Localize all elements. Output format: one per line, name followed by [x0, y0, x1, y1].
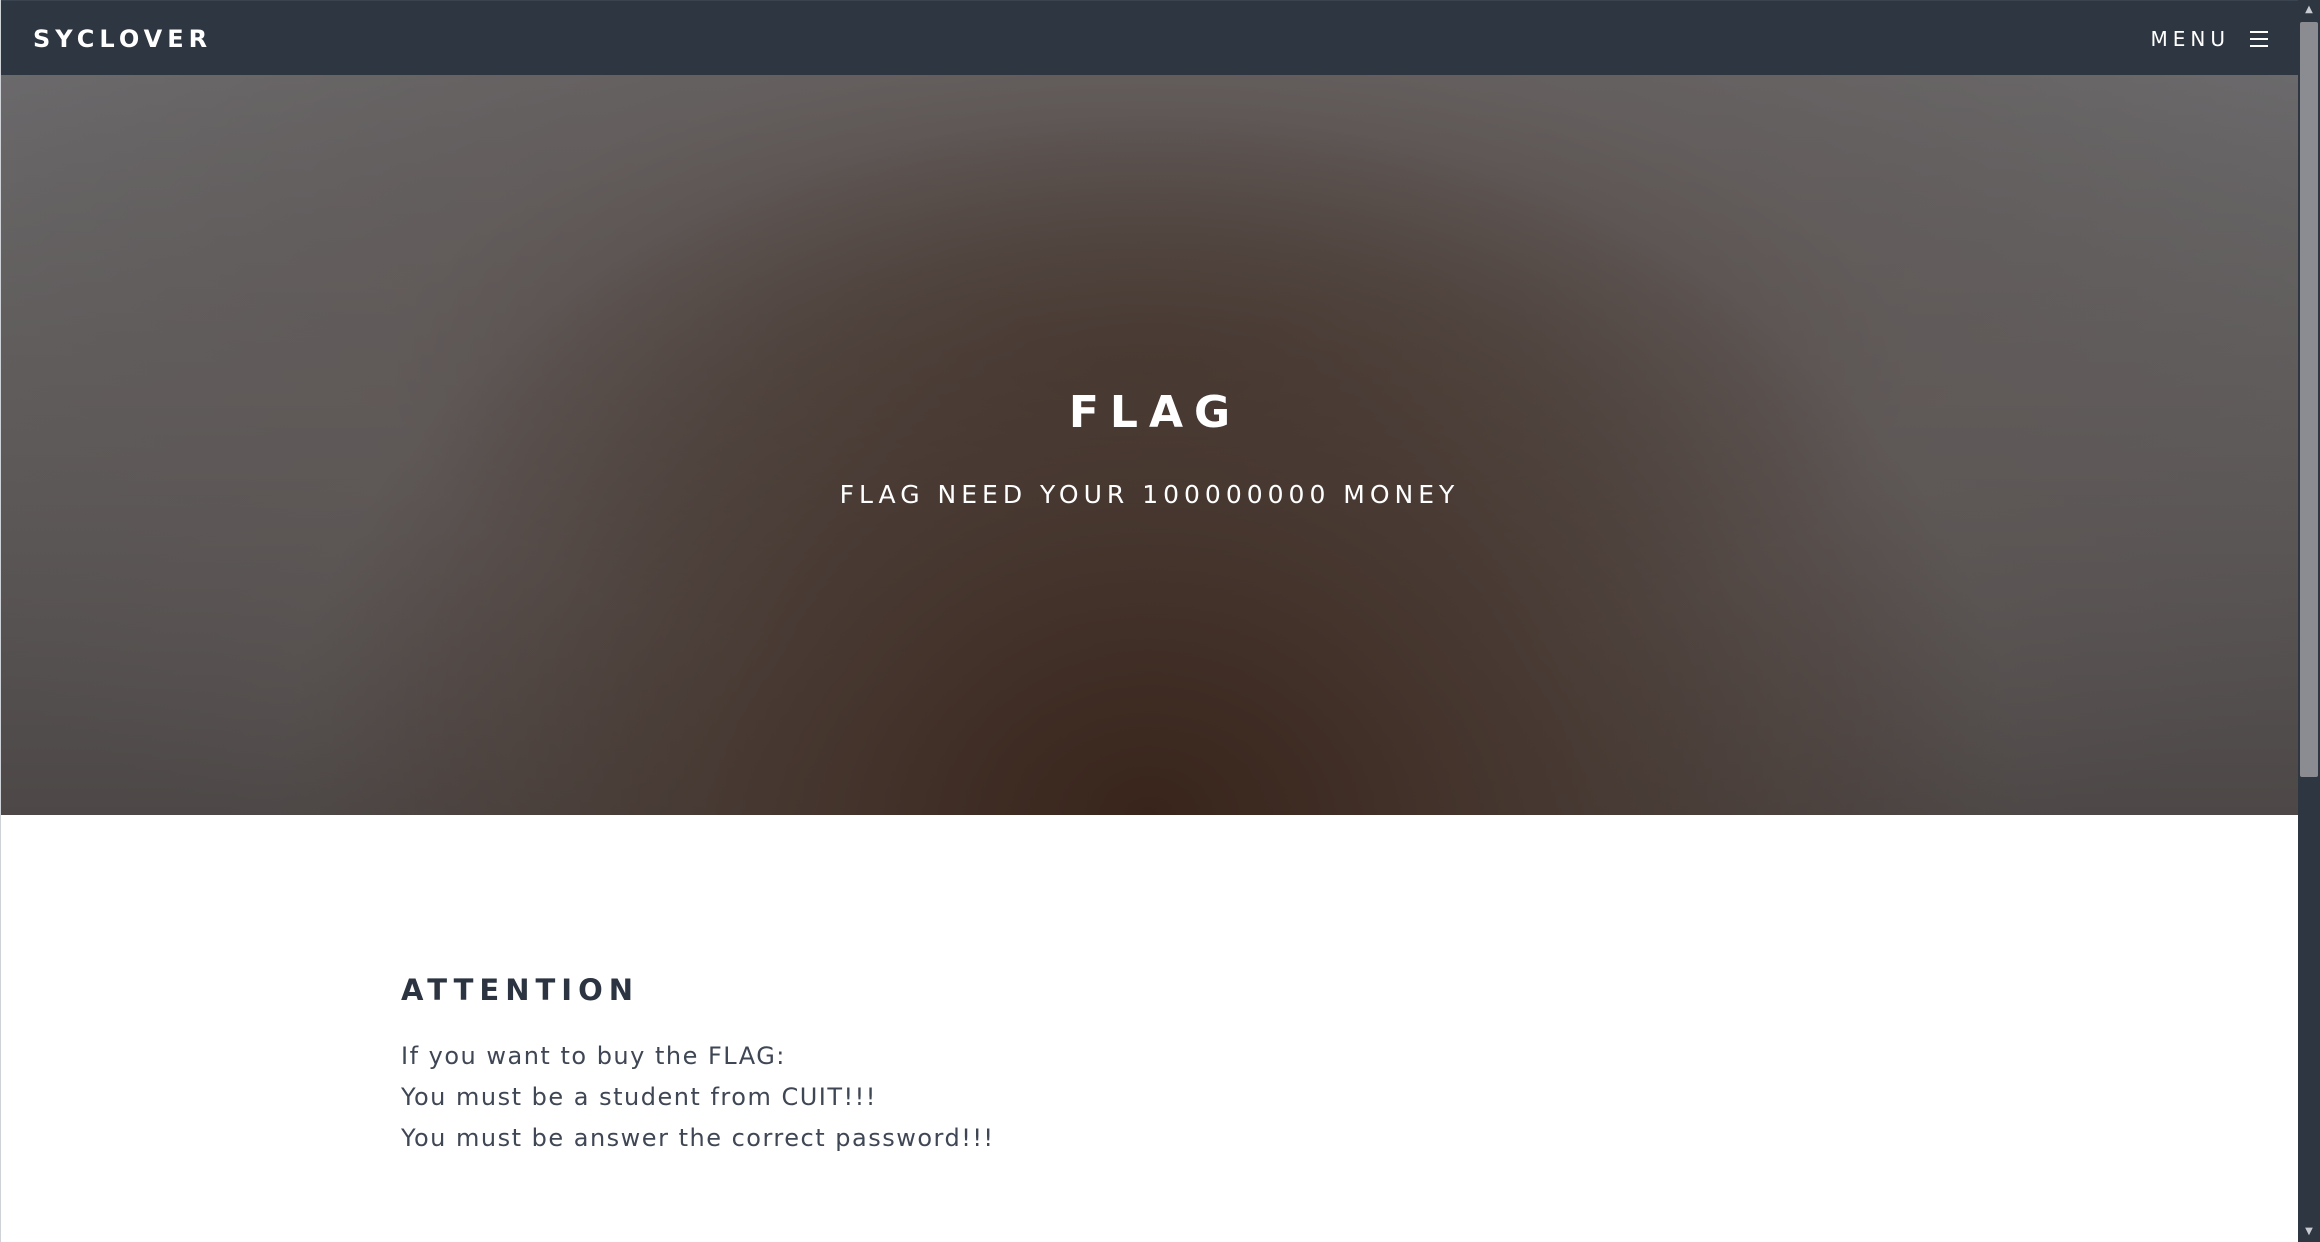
brand-link[interactable]: SYCLOVER [33, 25, 212, 53]
arrow-down-icon[interactable]: ▼ [2298, 1222, 2320, 1242]
vertical-scrollbar[interactable]: ▲ ▼ [2298, 0, 2320, 1242]
section-heading: ATTENTION [401, 973, 639, 1007]
page: SYCLOVER MENU FLAG FLAG NEED YOUR 100000… [0, 0, 2298, 1242]
attention-section: ATTENTION If you want to buy the FLAG: Y… [401, 970, 1801, 1159]
attention-line: You must be a student from CUIT!!! [401, 1083, 877, 1111]
arrow-up-icon[interactable]: ▲ [2298, 0, 2320, 20]
menu-label: MENU [2150, 27, 2230, 51]
scrollbar-track[interactable] [2300, 22, 2318, 1220]
attention-line: You must be answer the correct password!… [401, 1124, 995, 1152]
browser-viewport: SYCLOVER MENU FLAG FLAG NEED YOUR 100000… [0, 0, 2320, 1242]
top-navbar: SYCLOVER MENU [1, 0, 2298, 75]
hero-banner: FLAG FLAG NEED YOUR 100000000 MONEY [1, 75, 2298, 815]
attention-line: If you want to buy the FLAG: [401, 1042, 786, 1070]
menu-button[interactable]: MENU [2150, 25, 2268, 53]
hero-subtitle: FLAG NEED YOUR 100000000 MONEY [839, 480, 1460, 509]
scrollbar-thumb[interactable] [2300, 22, 2318, 777]
attention-text: If you want to buy the FLAG: You must be… [401, 1036, 1801, 1159]
hero-title: FLAG [1068, 387, 1242, 438]
hamburger-icon [2250, 31, 2268, 47]
